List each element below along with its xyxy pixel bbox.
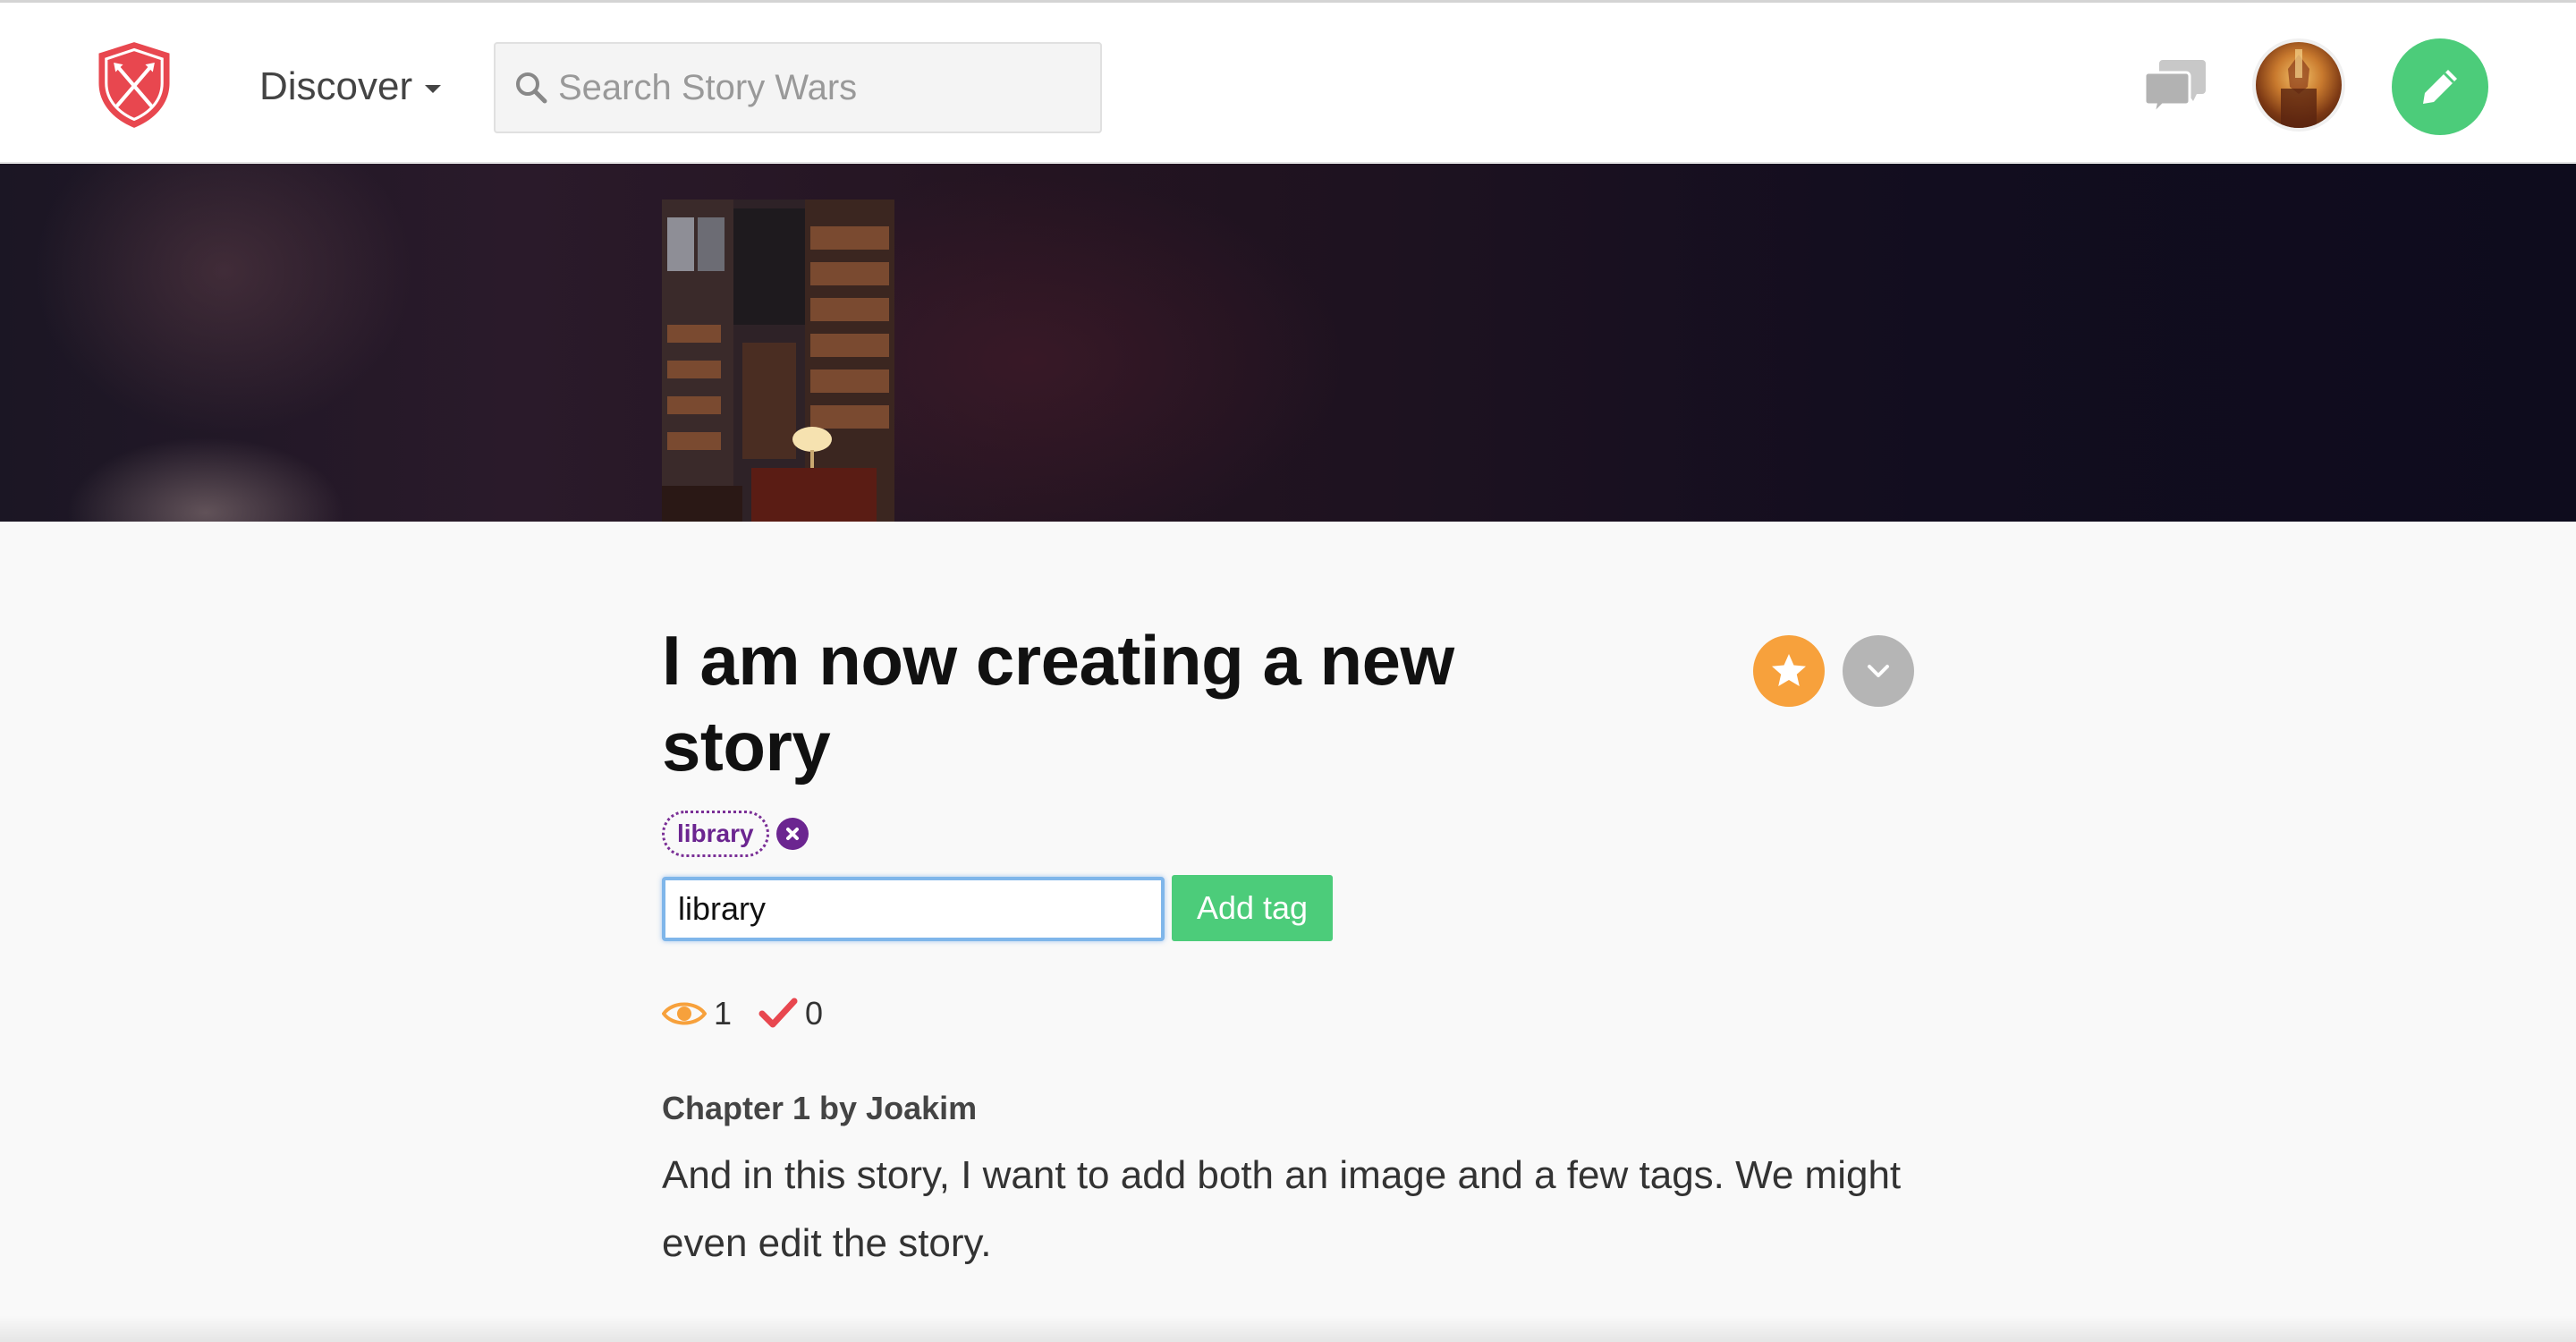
user-avatar[interactable] — [2252, 38, 2345, 132]
tag-remove-button[interactable] — [775, 818, 809, 850]
top-navbar: Discover — [0, 0, 2576, 163]
story-stats: 1 0 — [662, 995, 850, 1032]
discover-menu[interactable]: Discover — [259, 60, 442, 114]
chapter-heading: Chapter 1 by Joakim — [662, 1090, 978, 1126]
checkmark-icon — [758, 998, 798, 1028]
story-cover-banner — [0, 164, 2576, 522]
crossed-swords-shield-icon[interactable] — [88, 38, 181, 132]
tag-chip[interactable]: library — [662, 811, 769, 857]
close-icon — [785, 828, 799, 840]
chat-bubbles-icon[interactable] — [2143, 55, 2207, 117]
tag-input[interactable] — [662, 877, 1165, 941]
story-header: I am now creating a new story — [662, 617, 1914, 789]
star-icon — [1772, 654, 1806, 686]
search-bar — [494, 42, 1102, 133]
story-cover-image[interactable] — [662, 200, 894, 522]
eye-icon — [662, 1002, 707, 1025]
footer-shadow — [0, 1315, 2576, 1342]
tag-list: library — [662, 811, 809, 857]
caret-down-icon — [425, 84, 442, 93]
story-title: I am now creating a new story — [662, 621, 1454, 786]
more-options-button[interactable] — [1843, 635, 1914, 707]
views-count: 1 — [714, 995, 733, 1032]
chapter-text: And in this story, I want to add both an… — [662, 1153, 1902, 1265]
library-image — [662, 200, 894, 522]
chevron-down-icon — [1868, 665, 1889, 677]
add-tag-button[interactable]: Add tag — [1172, 875, 1333, 941]
search-input[interactable] — [558, 67, 1086, 108]
compose-button[interactable] — [2392, 38, 2488, 135]
views-stat: 1 — [662, 995, 732, 1032]
discover-label: Discover — [259, 64, 413, 108]
pencil-icon — [2423, 70, 2457, 104]
search-icon — [516, 72, 547, 104]
tag-label: library — [677, 820, 754, 847]
favorite-button[interactable] — [1753, 635, 1825, 707]
avatar-image — [2281, 49, 2317, 128]
votes-count: 0 — [805, 995, 824, 1032]
votes-stat: 0 — [758, 995, 823, 1032]
